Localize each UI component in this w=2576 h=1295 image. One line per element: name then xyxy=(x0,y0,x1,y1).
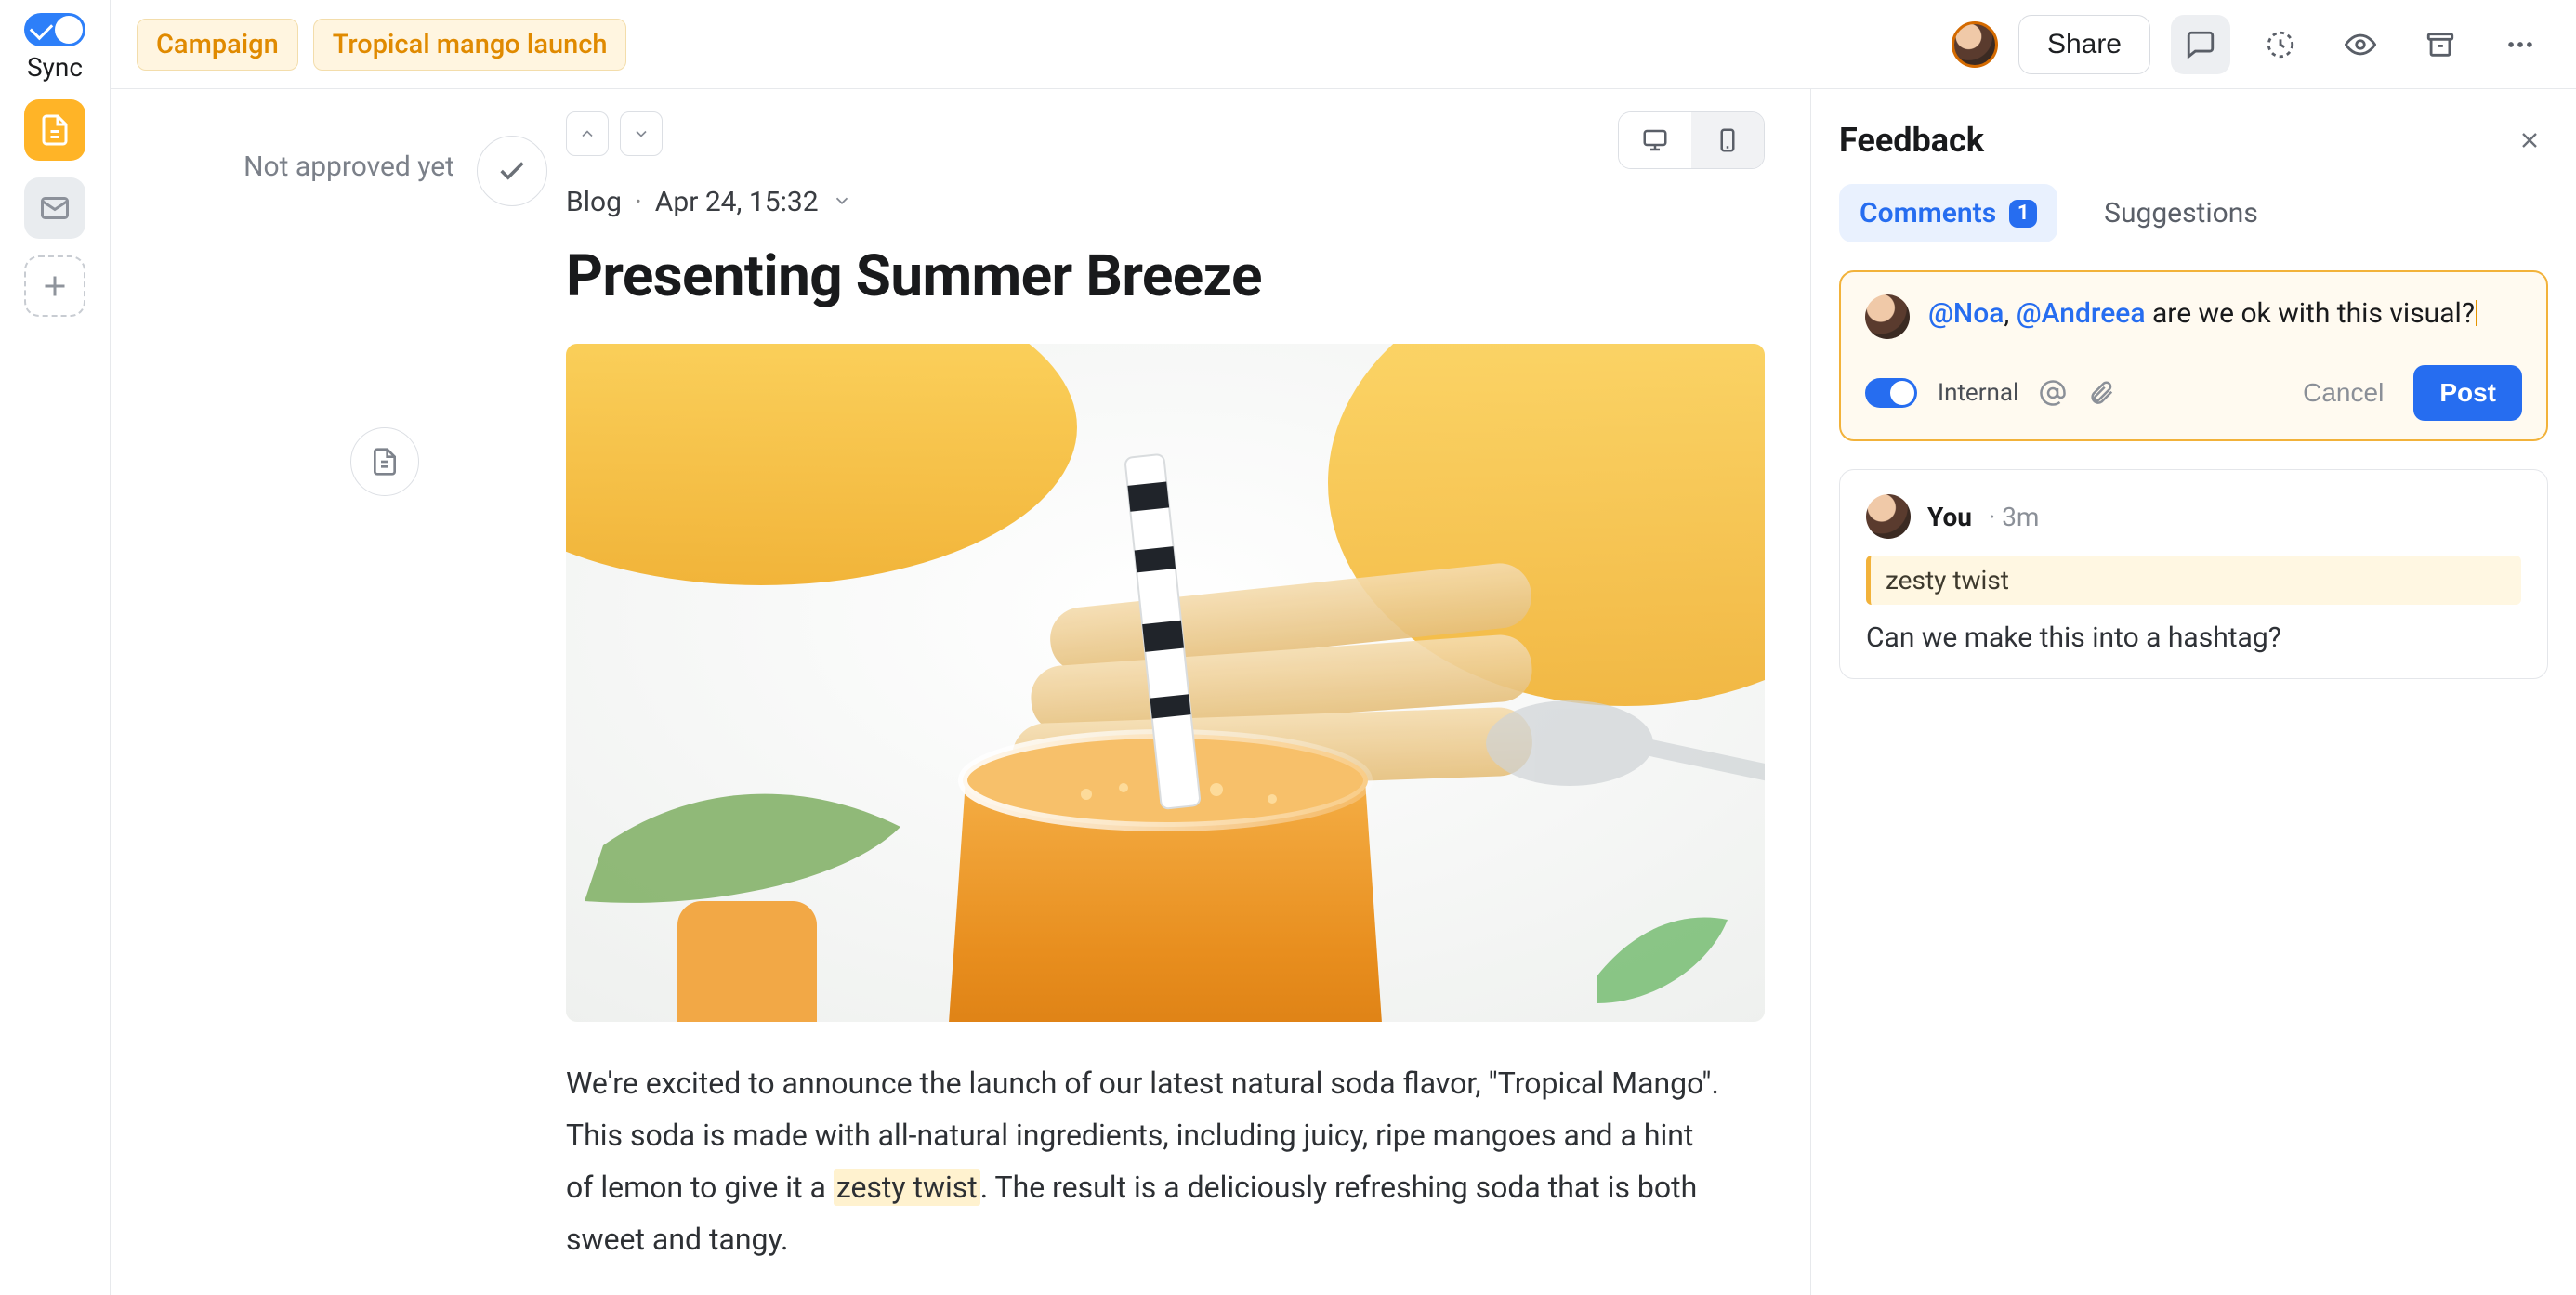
nav-doc-button[interactable] xyxy=(24,99,85,161)
post-button[interactable]: Post xyxy=(2413,365,2522,421)
mobile-icon xyxy=(1714,126,1741,154)
breadcrumb-tags: Campaign Tropical mango launch xyxy=(137,19,626,71)
doc-body[interactable]: We're excited to announce the launch of … xyxy=(566,1057,1728,1265)
comments-toggle-button[interactable] xyxy=(2171,15,2230,74)
archive-button[interactable] xyxy=(2411,15,2470,74)
mango-smoothie-illustration xyxy=(566,344,1765,1022)
page-icon xyxy=(370,447,400,477)
approve-button[interactable] xyxy=(477,136,547,206)
close-panel-button[interactable] xyxy=(2511,122,2548,159)
body-highlight[interactable]: zesty twist xyxy=(834,1169,980,1206)
feedback-panel: Feedback Comments 1 Suggestions xyxy=(1810,89,2576,1295)
internal-label: Internal xyxy=(1938,379,2018,407)
chevron-down-icon xyxy=(832,186,852,218)
topbar: Campaign Tropical mango launch Share xyxy=(111,0,2576,89)
tag-project[interactable]: Tropical mango launch xyxy=(313,19,627,71)
history-icon xyxy=(2265,29,2296,60)
comments-count-badge: 1 xyxy=(2009,200,2037,228)
doc-title[interactable]: Presenting Summer Breeze xyxy=(566,242,1765,310)
dots-icon xyxy=(2504,29,2536,60)
comment-avatar xyxy=(1866,494,1911,539)
nav-add-button[interactable] xyxy=(24,255,85,317)
mention-button[interactable] xyxy=(2039,379,2067,407)
attach-button[interactable] xyxy=(2087,379,2115,407)
chevron-down-icon xyxy=(632,124,651,143)
text-caret xyxy=(2476,300,2477,326)
at-icon xyxy=(2039,379,2067,407)
share-button[interactable]: Share xyxy=(2018,15,2150,74)
comment-quote: zesty twist xyxy=(1866,556,2521,605)
tab-suggestions[interactable]: Suggestions xyxy=(2083,184,2279,242)
tag-campaign[interactable]: Campaign xyxy=(137,19,298,71)
desktop-view-button[interactable] xyxy=(1619,112,1691,168)
hero-image[interactable] xyxy=(566,344,1765,1022)
doc-timestamp: Apr 24, 15:32 xyxy=(655,186,819,218)
tab-comments[interactable]: Comments 1 xyxy=(1839,184,2057,242)
mention-2[interactable]: @Andreea xyxy=(2017,297,2146,330)
comment-composer: @Noa, @Andreea are we ok with this visua… xyxy=(1839,270,2548,441)
approval-status: Not approved yet xyxy=(243,136,454,183)
composer-input[interactable]: @Noa, @Andreea are we ok with this visua… xyxy=(1928,294,2477,334)
archive-icon xyxy=(2425,29,2456,60)
feedback-tabs: Comments 1 Suggestions xyxy=(1839,184,2548,242)
chevron-up-icon xyxy=(578,124,597,143)
mail-icon xyxy=(38,191,72,225)
doc-kind: Blog xyxy=(566,186,622,218)
doc-type-button[interactable] xyxy=(350,427,419,496)
comment-time: · 3m xyxy=(1989,502,2040,532)
sync-label: Sync xyxy=(27,52,83,83)
next-post-button[interactable] xyxy=(620,111,663,156)
approval-block: Not approved yet xyxy=(111,89,566,1295)
document-icon xyxy=(38,113,72,147)
user-avatar[interactable] xyxy=(1952,21,1998,68)
close-icon xyxy=(2517,127,2543,153)
nav-mail-button[interactable] xyxy=(24,177,85,239)
comment-author: You xyxy=(1927,502,1972,532)
sync-block: Sync xyxy=(24,13,85,83)
cancel-button[interactable]: Cancel xyxy=(2286,367,2400,419)
paperclip-icon xyxy=(2087,379,2115,407)
top-actions: Share xyxy=(1952,15,2550,74)
eye-icon xyxy=(2345,29,2376,60)
chat-icon xyxy=(2185,29,2216,60)
post-nav xyxy=(566,111,663,156)
desktop-icon xyxy=(1641,126,1669,154)
check-icon xyxy=(496,155,528,187)
preview-button[interactable] xyxy=(2331,15,2390,74)
comment-card[interactable]: You · 3m zesty twist Can we make this in… xyxy=(1839,469,2548,679)
more-button[interactable] xyxy=(2491,15,2550,74)
internal-toggle[interactable] xyxy=(1865,378,1917,408)
device-switch xyxy=(1618,111,1765,169)
sync-toggle[interactable] xyxy=(24,13,85,46)
left-rail: Sync xyxy=(0,0,110,1295)
history-button[interactable] xyxy=(2251,15,2310,74)
mobile-view-button[interactable] xyxy=(1691,112,1764,168)
composer-avatar xyxy=(1865,294,1910,339)
comment-body: Can we make this into a hashtag? xyxy=(1866,621,2521,654)
mention-1[interactable]: @Noa xyxy=(1928,297,2004,330)
doc-meta[interactable]: Blog · Apr 24, 15:32 xyxy=(566,186,1765,218)
prev-post-button[interactable] xyxy=(566,111,609,156)
panel-title: Feedback xyxy=(1839,121,1984,160)
plus-icon xyxy=(38,269,72,303)
